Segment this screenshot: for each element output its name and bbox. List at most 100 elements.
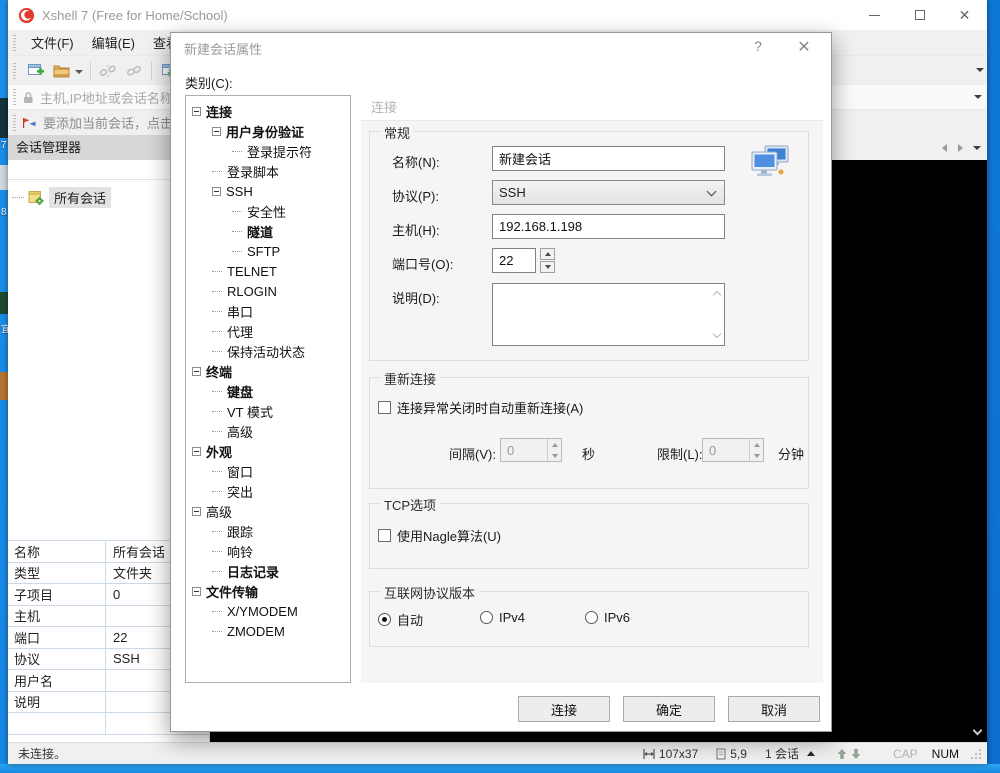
category-tree-item[interactable]: 隧道 <box>186 221 350 241</box>
spin-down-icon[interactable] <box>544 265 551 269</box>
tree-expander-icon[interactable] <box>192 506 201 516</box>
tab-scroll-right-icon[interactable] <box>958 144 963 152</box>
description-textarea[interactable] <box>492 283 725 346</box>
tree-expander-icon[interactable] <box>212 410 222 412</box>
tab-scroll-left-icon[interactable] <box>942 144 947 152</box>
tree-expander-icon[interactable] <box>212 290 222 292</box>
radio-selected-icon[interactable] <box>378 613 391 626</box>
radio-icon[interactable] <box>585 611 598 624</box>
tree-expander-icon[interactable] <box>212 270 222 272</box>
scroll-up-down[interactable] <box>837 748 867 760</box>
minimize-button[interactable] <box>852 0 897 30</box>
close-button[interactable]: ✕ <box>942 0 987 30</box>
tree-expander-icon[interactable] <box>192 366 201 376</box>
name-input[interactable] <box>492 146 725 171</box>
toolbar-overflow-icon[interactable] <box>976 68 984 72</box>
category-tree-item[interactable]: 连接 <box>186 101 350 121</box>
category-tree-item[interactable]: 终端 <box>186 361 350 381</box>
radio-ipv6[interactable]: IPv6 <box>585 610 630 625</box>
tree-expander-icon[interactable] <box>212 570 222 572</box>
nagle-checkbox-row[interactable]: 使用Nagle算法(U) <box>378 526 501 545</box>
scroll-down-icon[interactable] <box>712 329 722 339</box>
maximize-button[interactable] <box>897 0 942 30</box>
tree-expander-icon[interactable] <box>232 230 242 232</box>
tree-expander-icon[interactable] <box>212 330 222 332</box>
tree-expander-icon[interactable] <box>212 610 222 612</box>
category-tree-item[interactable]: 外观 <box>186 441 350 461</box>
tab-list-dropdown-icon[interactable] <box>973 146 981 150</box>
tree-expander-icon[interactable] <box>232 210 242 212</box>
category-tree-item[interactable]: 登录脚本 <box>186 161 350 181</box>
category-tree-item[interactable]: 突出 <box>186 481 350 501</box>
category-tree-item[interactable]: 登录提示符 <box>186 141 350 161</box>
category-tree-item[interactable]: 文件传输 <box>186 581 350 601</box>
category-tree-item[interactable]: ZMODEM <box>186 621 350 641</box>
tree-expander-icon[interactable] <box>212 126 221 136</box>
radio-ipv4[interactable]: IPv4 <box>480 610 525 625</box>
tree-expander-icon[interactable] <box>212 530 222 532</box>
category-tree-item[interactable]: 代理 <box>186 321 350 341</box>
category-tree-item[interactable]: 响铃 <box>186 541 350 561</box>
desktop: 7 8 宜 Xshell 7 (Free for Home/School) ✕ … <box>0 0 1000 773</box>
dialog-close-button[interactable]: ✕ <box>793 37 815 57</box>
tree-expander-icon[interactable] <box>212 470 222 472</box>
radio-auto[interactable]: 自动 <box>378 610 423 629</box>
category-tree-item[interactable]: SFTP <box>186 241 350 261</box>
auto-reconnect-checkbox-row[interactable]: 连接异常关闭时自动重新连接(A) <box>378 398 583 417</box>
tree-expander-icon[interactable] <box>212 490 222 492</box>
category-tree-item[interactable]: 日志记录 <box>186 561 350 581</box>
scroll-down-icon[interactable] <box>972 725 983 736</box>
category-tree-item[interactable]: 高级 <box>186 501 350 521</box>
radio-icon[interactable] <box>480 611 493 624</box>
menu-item[interactable]: 文件(F) <box>22 33 83 52</box>
category-tree-item[interactable]: RLOGIN <box>186 281 350 301</box>
session-popup-icon[interactable] <box>806 751 815 756</box>
tree-expander-icon[interactable] <box>212 350 222 352</box>
category-tree-item[interactable]: 串口 <box>186 301 350 321</box>
tree-expander-icon[interactable] <box>232 250 242 252</box>
cancel-button[interactable]: 取消 <box>728 696 820 722</box>
category-tree-item[interactable]: TELNET <box>186 261 350 281</box>
connect-button[interactable]: 连接 <box>518 696 610 722</box>
host-input[interactable] <box>492 214 725 239</box>
tree-expander-icon[interactable] <box>212 310 222 312</box>
category-tree-item[interactable]: VT 模式 <box>186 401 350 421</box>
open-folder-dropdown-icon[interactable] <box>75 69 83 74</box>
tree-expander-icon[interactable] <box>212 170 222 172</box>
tree-item-all-sessions[interactable]: 所有会话 <box>12 186 112 208</box>
tree-expander-icon[interactable] <box>192 106 201 116</box>
new-session-button[interactable] <box>23 59 47 83</box>
category-tree-item[interactable]: 键盘 <box>186 381 350 401</box>
category-tree-item[interactable]: 窗口 <box>186 461 350 481</box>
tree-expander-icon[interactable] <box>212 430 222 432</box>
session-count[interactable]: 1 会话 <box>765 745 799 762</box>
category-tree-item[interactable]: 跟踪 <box>186 521 350 541</box>
category-tree-item[interactable]: 用户身份验证 <box>186 121 350 141</box>
scroll-up-icon[interactable] <box>712 290 722 300</box>
checkbox-icon[interactable] <box>378 401 391 414</box>
help-button[interactable]: ? <box>747 38 769 54</box>
tree-expander-icon[interactable] <box>192 586 201 596</box>
resize-grip[interactable] <box>971 749 981 759</box>
ok-button[interactable]: 确定 <box>623 696 715 722</box>
open-folder-button[interactable] <box>49 59 73 83</box>
category-tree-item[interactable]: X/YMODEM <box>186 601 350 621</box>
tree-expander-icon[interactable] <box>192 446 201 456</box>
category-tree-item[interactable]: SSH <box>186 181 350 201</box>
category-tree-item[interactable]: 保持活动状态 <box>186 341 350 361</box>
menu-item[interactable]: 编辑(E) <box>83 33 144 52</box>
port-input[interactable] <box>492 248 536 273</box>
category-tree-item[interactable]: 高级 <box>186 421 350 441</box>
tree-expander-icon[interactable] <box>232 150 242 152</box>
addressbar-dropdown-icon[interactable] <box>974 95 982 99</box>
category-tree-item[interactable]: 安全性 <box>186 201 350 221</box>
tree-expander-icon[interactable] <box>212 390 222 392</box>
tree-expander-icon[interactable] <box>212 186 221 196</box>
checkbox-icon[interactable] <box>378 529 391 542</box>
port-spinner[interactable] <box>540 248 555 273</box>
protocol-select[interactable]: SSH <box>492 180 725 205</box>
tree-expander-icon[interactable] <box>212 630 222 632</box>
dialog-titlebar[interactable]: 新建会话属性 ? ✕ <box>171 33 831 63</box>
tree-expander-icon[interactable] <box>212 550 222 552</box>
spin-up-icon[interactable] <box>544 252 551 256</box>
